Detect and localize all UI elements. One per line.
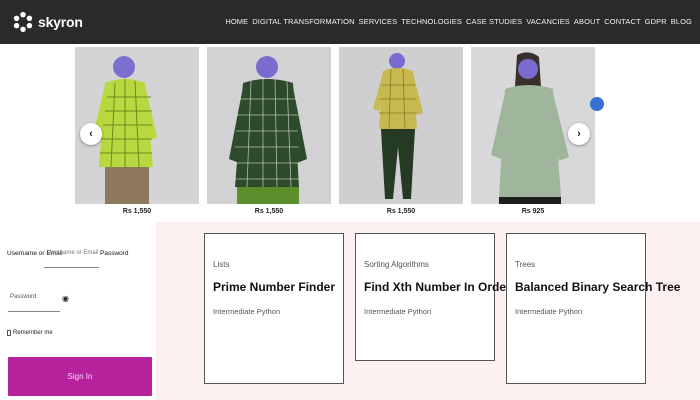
nav-digital-transformation[interactable]: DIGITAL TRANSFORMATION bbox=[252, 17, 354, 26]
product-price: Rs 1,550 bbox=[254, 208, 284, 215]
carousel-prev-button[interactable]: ‹ bbox=[80, 123, 102, 145]
chevron-left-icon: ‹ bbox=[89, 128, 93, 140]
problem-category: Trees bbox=[515, 260, 536, 269]
problems-section: Lists Prime Number Finder Intermediate P… bbox=[156, 222, 700, 400]
remember-label: Remember me bbox=[13, 330, 53, 336]
problem-category: Lists bbox=[213, 260, 230, 269]
problem-meta: Intermediate Python bbox=[364, 307, 431, 316]
eye-icon[interactable]: ◉ bbox=[62, 294, 69, 303]
partial-card-indicator bbox=[590, 97, 604, 111]
sign-in-button[interactable]: Sign In bbox=[8, 357, 152, 396]
problem-meta: Intermediate Python bbox=[213, 307, 280, 316]
nav-contact[interactable]: CONTACT bbox=[604, 17, 640, 26]
product-price: Rs 1,550 bbox=[122, 208, 152, 215]
problem-card[interactable]: Sorting Algorithms Find Xth Number In Or… bbox=[355, 233, 511, 361]
nav-technologies[interactable]: TECHNOLOGIES bbox=[401, 17, 462, 26]
product-price: Rs 925 bbox=[521, 208, 545, 215]
skyron-logo-icon bbox=[13, 11, 33, 33]
problem-level: Intermediate bbox=[515, 307, 557, 316]
model-figure bbox=[339, 47, 463, 204]
model-figure bbox=[207, 47, 331, 204]
remember-me[interactable]: Remember me bbox=[7, 330, 53, 336]
product-carousel: Rs 1,550 Rs 1,550 Rs 1,550 Rs 925 ‹ › bbox=[0, 44, 700, 222]
product-price: Rs 1,550 bbox=[386, 208, 416, 215]
product-image[interactable] bbox=[339, 47, 463, 204]
nav-case-studies[interactable]: CASE STUDIES bbox=[466, 17, 522, 26]
password-label: Password bbox=[100, 250, 129, 257]
problem-card[interactable]: Trees Balanced Binary Search Tree Interm… bbox=[506, 233, 680, 384]
product-image[interactable] bbox=[207, 47, 331, 204]
product-card[interactable]: Rs 1,550 bbox=[339, 47, 463, 215]
nav-services[interactable]: SERVICES bbox=[359, 17, 398, 26]
password-input[interactable]: Password bbox=[8, 286, 60, 312]
top-navigation-bar: skyron HOME DIGITAL TRANSFORMATION SERVI… bbox=[0, 0, 700, 44]
chevron-right-icon: › bbox=[577, 128, 581, 140]
nav-blog[interactable]: BLOG bbox=[671, 17, 692, 26]
problem-meta: Intermediate Python bbox=[515, 307, 582, 316]
problem-card[interactable]: Lists Prime Number Finder Intermediate P… bbox=[204, 233, 344, 384]
problem-level: Intermediate bbox=[364, 307, 406, 316]
main-menu: HOME DIGITAL TRANSFORMATION SERVICES TEC… bbox=[225, 17, 692, 26]
logo[interactable]: skyron bbox=[12, 10, 83, 34]
nav-about[interactable]: ABOUT bbox=[574, 17, 600, 26]
carousel-next-button[interactable]: › bbox=[568, 123, 590, 145]
logo-text: skyron bbox=[38, 14, 83, 30]
problem-title[interactable]: Find Xth Number In Order bbox=[364, 280, 511, 294]
problem-level: Intermediate bbox=[213, 307, 255, 316]
nav-vacancies[interactable]: VACANCIES bbox=[526, 17, 570, 26]
nav-gdpr[interactable]: GDPR bbox=[645, 17, 667, 26]
username-input[interactable]: Username or Email bbox=[44, 244, 99, 268]
problem-language: Python bbox=[407, 307, 432, 316]
problem-language: Python bbox=[256, 307, 281, 316]
login-form: Username or Email Username or Email Pass… bbox=[0, 218, 156, 400]
problem-category: Sorting Algorithms bbox=[364, 260, 429, 269]
product-card[interactable]: Rs 1,550 bbox=[207, 47, 331, 215]
problem-title[interactable]: Balanced Binary Search Tree bbox=[515, 280, 680, 294]
nav-home[interactable]: HOME bbox=[225, 17, 248, 26]
problem-language: Python bbox=[558, 307, 583, 316]
remember-checkbox[interactable] bbox=[7, 330, 11, 336]
problem-title[interactable]: Prime Number Finder bbox=[213, 280, 335, 294]
